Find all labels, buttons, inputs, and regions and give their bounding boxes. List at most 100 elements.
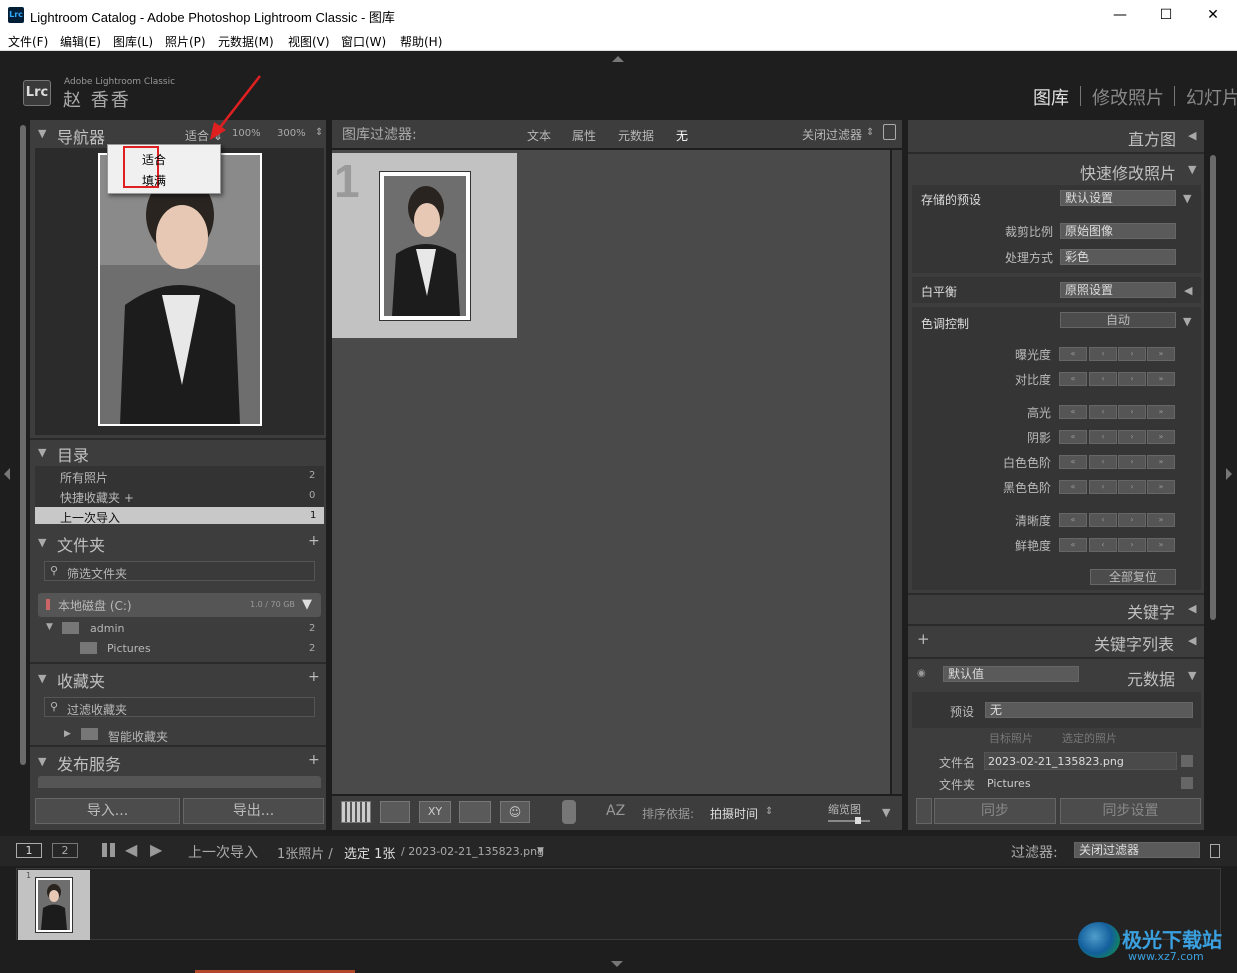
loupe-view-icon[interactable] — [380, 801, 410, 823]
collapse-top-panel-icon[interactable] — [612, 56, 624, 62]
sort-direction-icon[interactable]: AZ — [606, 803, 625, 819]
collapse-right-panel-icon[interactable] — [1226, 468, 1232, 480]
white-balance-expand-icon[interactable]: ◀ — [1184, 284, 1192, 297]
menu-view[interactable]: 视图(V) — [288, 33, 330, 50]
vibrance-step-big-down-button[interactable]: « — [1059, 538, 1087, 552]
catalog-item-last-import[interactable]: 上一次导入 — [60, 509, 120, 526]
contrast-step-down-button[interactable]: ‹ — [1089, 372, 1117, 386]
menu-library[interactable]: 图库(L) — [113, 33, 153, 50]
filter-text[interactable]: 文本 — [527, 127, 551, 144]
menu-edit[interactable]: 编辑(E) — [60, 33, 101, 50]
crop-ratio-dropdown[interactable]: 原始图像 — [1060, 223, 1176, 239]
menu-photo[interactable]: 照片(P) — [165, 33, 206, 50]
keywording-expand-icon[interactable]: ◀ — [1188, 602, 1196, 615]
add-folder-icon[interactable]: + — [308, 533, 320, 549]
navigator-collapse-icon[interactable]: ▼ — [38, 127, 46, 140]
add-publish-icon[interactable]: + — [308, 752, 320, 768]
popup-item-fit[interactable]: 适合 — [142, 151, 166, 168]
survey-view-icon[interactable] — [459, 801, 491, 823]
smart-collection[interactable]: 智能收藏夹 — [108, 728, 168, 745]
filename-list-icon[interactable] — [1181, 755, 1193, 767]
toolbar-menu-icon[interactable]: ▼ — [882, 806, 890, 819]
filmstrip-filename[interactable]: / 2023-02-21_135823.png — [401, 845, 544, 858]
highlights-step-big-up-button[interactable]: » — [1147, 405, 1175, 419]
contrast-step-up-button[interactable]: › — [1118, 372, 1146, 386]
clarity-step-big-up-button[interactable]: » — [1147, 513, 1175, 527]
whites-step-down-button[interactable]: ‹ — [1089, 455, 1117, 469]
vibrance-step-up-button[interactable]: › — [1118, 538, 1146, 552]
main-window-button[interactable]: 1 — [16, 843, 42, 858]
selected-photos-option[interactable]: 选定的照片 — [1062, 730, 1117, 746]
blacks-step-big-up-button[interactable]: » — [1147, 480, 1175, 494]
histogram-title[interactable]: 直方图 — [1128, 126, 1176, 150]
tone-control-collapse-icon[interactable]: ▼ — [1183, 315, 1191, 328]
sync-settings-button[interactable]: 同步设置 — [1060, 798, 1201, 824]
histogram-expand-icon[interactable]: ◀ — [1188, 129, 1196, 142]
navigator-zoom-300[interactable]: 300% — [277, 128, 306, 139]
catalog-item-quick[interactable]: 快捷收藏夹 + — [60, 489, 134, 506]
treatment-dropdown[interactable]: 彩色 — [1060, 249, 1176, 265]
blacks-step-big-down-button[interactable]: « — [1059, 480, 1087, 494]
grid-scrollbar[interactable] — [892, 150, 902, 794]
admin-expand-icon[interactable]: ▼ — [46, 622, 53, 632]
filter-none[interactable]: 无 — [676, 127, 688, 144]
blacks-step-up-button[interactable]: › — [1118, 480, 1146, 494]
keyword-list-expand-icon[interactable]: ◀ — [1188, 634, 1196, 647]
filename-field[interactable]: 2023-02-21_135823.png — [984, 752, 1177, 770]
metadata-collapse-icon[interactable]: ▼ — [1188, 669, 1196, 682]
contrast-step-big-up-button[interactable]: » — [1147, 372, 1175, 386]
folder-pictures[interactable]: Pictures — [107, 642, 151, 655]
shadows-step-big-down-button[interactable]: « — [1059, 430, 1087, 444]
reset-all-button[interactable]: 全部复位 — [1090, 569, 1176, 585]
compare-view-icon[interactable]: XY — [419, 801, 451, 823]
exposure-step-big-up-button[interactable]: » — [1147, 347, 1175, 361]
forward-arrow-icon[interactable]: ▶ — [150, 840, 162, 859]
tone-auto-button[interactable]: 自动 — [1060, 312, 1176, 328]
grid-shortcut-icon[interactable] — [102, 843, 116, 857]
filmstrip-thumbnail[interactable] — [35, 877, 73, 933]
folder-admin[interactable]: admin — [90, 622, 124, 635]
filmstrip-filter-dropdown[interactable]: 关闭过滤器 — [1074, 842, 1200, 858]
filter-preset[interactable]: 关闭过滤器 — [802, 126, 862, 143]
export-button[interactable]: 导出... — [183, 798, 324, 824]
sort-stepper-icon[interactable]: ⇕ — [765, 806, 773, 817]
people-view-icon[interactable]: ☺ — [500, 801, 530, 823]
filter-preset-stepper-icon[interactable]: ⇕ — [866, 127, 874, 138]
white-balance-dropdown[interactable]: 原照设置 — [1060, 282, 1176, 298]
import-button[interactable]: 导入... — [35, 798, 180, 824]
highlights-step-big-down-button[interactable]: « — [1059, 405, 1087, 419]
left-panel-scrollbar[interactable] — [20, 125, 26, 765]
maximize-button[interactable]: ☐ — [1143, 0, 1189, 30]
module-develop[interactable]: 修改照片 — [1092, 84, 1164, 110]
auto-sync-toggle[interactable] — [916, 798, 932, 824]
navigator-zoom-more-icon[interactable]: ⇕ — [315, 127, 323, 138]
exposure-step-big-down-button[interactable]: « — [1059, 347, 1087, 361]
go-to-folder-icon[interactable] — [1181, 777, 1193, 789]
filter-attribute[interactable]: 属性 — [572, 127, 596, 144]
highlights-step-down-button[interactable]: ‹ — [1089, 405, 1117, 419]
thumbnail-size-slider[interactable] — [828, 820, 870, 822]
exposure-step-up-button[interactable]: › — [1118, 347, 1146, 361]
whites-step-big-down-button[interactable]: « — [1059, 455, 1087, 469]
close-button[interactable]: ✕ — [1190, 0, 1236, 30]
clarity-step-down-button[interactable]: ‹ — [1089, 513, 1117, 527]
thumbnail-size-slider-handle[interactable] — [855, 817, 861, 824]
metadata-view-dropdown[interactable]: 默认值 — [943, 666, 1079, 682]
popup-item-fill[interactable]: 填满 — [142, 172, 166, 189]
spray-can-icon[interactable] — [562, 800, 576, 824]
disk-expand-icon[interactable]: ▼ — [302, 597, 312, 612]
highlights-step-up-button[interactable]: › — [1118, 405, 1146, 419]
clarity-step-big-down-button[interactable]: « — [1059, 513, 1087, 527]
right-panel-scrollbar[interactable] — [1210, 155, 1216, 620]
quick-develop-collapse-icon[interactable]: ▼ — [1188, 163, 1196, 176]
vibrance-step-big-up-button[interactable]: » — [1147, 538, 1175, 552]
filter-lock-icon[interactable] — [1210, 844, 1220, 858]
vibrance-step-down-button[interactable]: ‹ — [1089, 538, 1117, 552]
filmstrip-filename-dropdown-icon[interactable]: ▼ — [537, 846, 544, 856]
target-photo-option[interactable]: 目标照片 — [989, 730, 1033, 746]
menu-help[interactable]: 帮助(H) — [400, 33, 442, 50]
blacks-step-down-button[interactable]: ‹ — [1089, 480, 1117, 494]
metadata-preset-dropdown[interactable]: 无 — [985, 702, 1193, 718]
grid-thumbnail[interactable] — [379, 171, 471, 321]
filter-metadata[interactable]: 元数据 — [618, 127, 654, 144]
